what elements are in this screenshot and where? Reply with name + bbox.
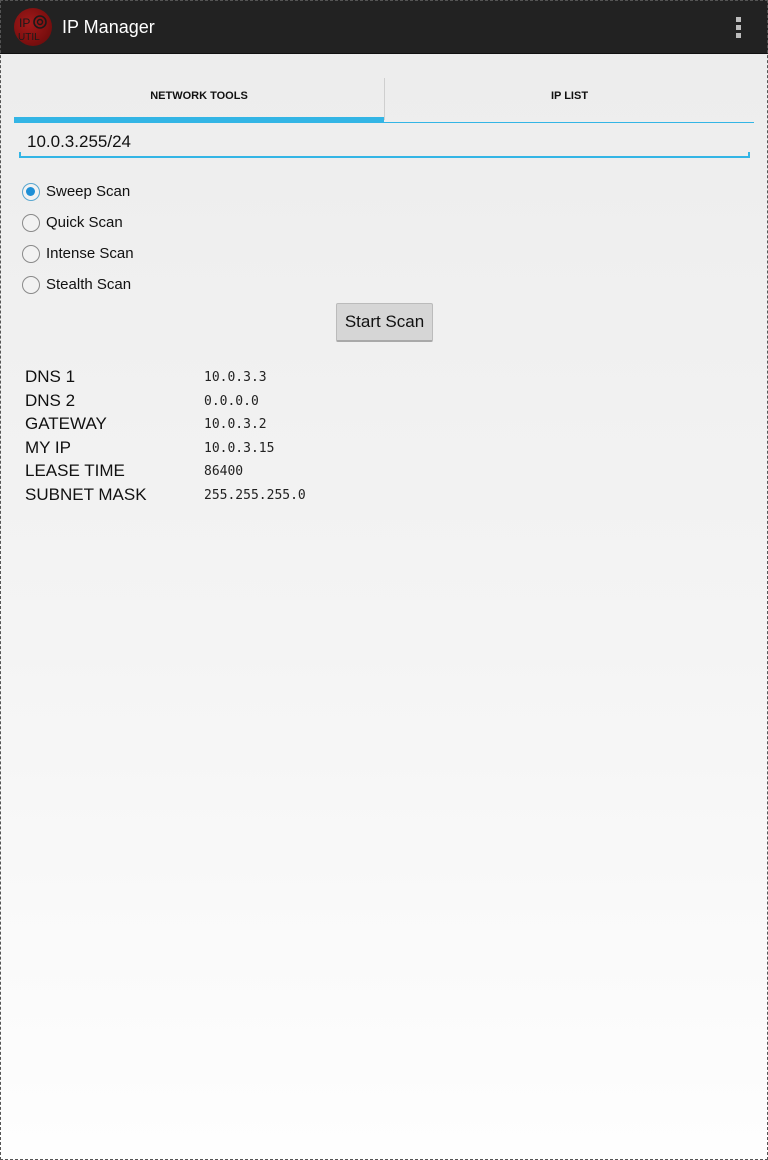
info-row-dns1: DNS 1 10.0.3.3 (25, 366, 425, 390)
info-value: 10.0.3.3 (204, 370, 267, 385)
info-key: SUBNET MASK (25, 484, 147, 504)
radio-quick-scan[interactable]: Quick Scan (22, 209, 222, 240)
radio-unchecked-icon[interactable] (22, 245, 40, 263)
info-value: 10.0.3.2 (204, 417, 267, 432)
input-underline-tick-right (748, 152, 750, 158)
network-info-table: DNS 1 10.0.3.3 DNS 2 0.0.0.0 GATEWAY 10.… (25, 366, 425, 507)
info-value: 0.0.0.0 (204, 393, 259, 409)
info-key: DNS 2 (25, 390, 76, 410)
radio-stealth-scan[interactable]: Stealth Scan (22, 271, 222, 302)
radio-label: Intense Scan (46, 245, 134, 262)
svg-text:UTIL: UTIL (18, 32, 40, 43)
ip-range-input[interactable] (19, 128, 750, 156)
tab-ip-list[interactable]: IP LIST (385, 76, 754, 123)
input-underline-tick-left (19, 152, 21, 158)
radio-checked-icon[interactable] (22, 183, 40, 201)
info-value: 86400 (204, 464, 244, 479)
scan-type-radio-group: Sweep Scan Quick Scan Intense Scan Steal… (22, 178, 222, 302)
screen-frame (0, 0, 768, 1160)
radio-label: Stealth Scan (46, 276, 132, 293)
radio-label: Sweep Scan (46, 183, 131, 200)
radio-unchecked-icon[interactable] (22, 276, 40, 294)
info-key: MY IP (25, 437, 71, 457)
info-row-my-ip: MY IP 10.0.3.15 (25, 437, 425, 461)
active-tab-indicator (14, 117, 384, 123)
app-title: IP Manager (62, 17, 155, 37)
start-scan-button[interactable]: Start Scan (336, 303, 433, 342)
info-row-subnet-mask: SUBNET MASK 255.255.255.0 (25, 484, 425, 508)
tab-network-tools[interactable]: NETWORK TOOLS (14, 76, 384, 123)
info-row-gateway: GATEWAY 10.0.3.2 (25, 413, 425, 437)
radio-label: Quick Scan (46, 214, 123, 231)
overflow-menu-icon[interactable] (726, 15, 750, 39)
tab-bar: NETWORK TOOLS IP LIST (14, 76, 754, 124)
info-row-lease-time: LEASE TIME 86400 (25, 460, 425, 484)
info-key: GATEWAY (25, 414, 107, 433)
info-row-dns2: DNS 2 0.0.0.0 (25, 390, 425, 414)
info-value: 255.255.255.0 (204, 487, 306, 503)
ip-range-field (19, 128, 750, 158)
svg-text:IP: IP (19, 16, 30, 30)
radio-sweep-scan[interactable]: Sweep Scan (22, 178, 222, 209)
info-key: DNS 1 (25, 367, 76, 386)
app-logo-icon[interactable]: IP UTIL (14, 8, 52, 46)
action-bar: IP UTIL IP Manager (0, 0, 768, 54)
info-key: LEASE TIME (25, 461, 125, 480)
radio-unchecked-icon[interactable] (22, 214, 40, 232)
input-underline (19, 156, 750, 158)
info-value: 10.0.3.15 (204, 440, 275, 456)
radio-intense-scan[interactable]: Intense Scan (22, 240, 222, 271)
